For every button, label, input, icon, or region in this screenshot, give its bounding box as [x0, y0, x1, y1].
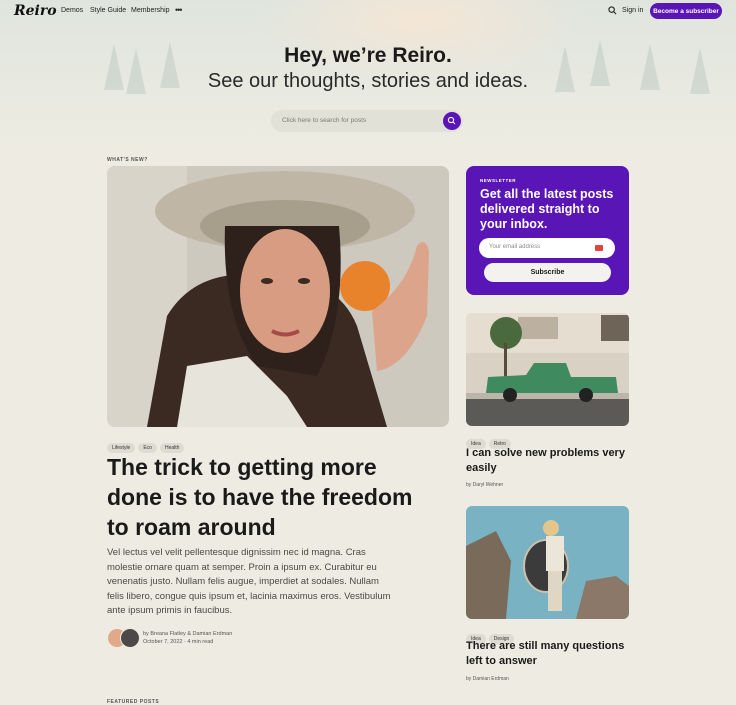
become-subscriber-button[interactable]: Become a subscriber: [650, 3, 722, 19]
more-menu-icon[interactable]: •••: [175, 5, 183, 15]
email-placeholder: Your email address: [489, 244, 541, 250]
search-bar[interactable]: Click here to search for posts: [271, 110, 463, 132]
author-avatars: [107, 628, 147, 648]
side-post-2-title[interactable]: There are still many questions left to a…: [466, 639, 626, 669]
site-logo[interactable]: Reiro: [14, 3, 57, 19]
side-post-image-mirror[interactable]: [466, 506, 629, 619]
whats-new-label: WHAT'S NEW?: [107, 157, 148, 163]
featured-meta: October 7, 2022 · 4 min read: [143, 639, 214, 645]
email-field[interactable]: Your email address: [479, 238, 615, 258]
featured-posts-label: FEATURED POSTS: [107, 699, 160, 705]
sign-in-link[interactable]: Sign in: [622, 7, 643, 14]
nav-link-membership[interactable]: Membership: [131, 7, 170, 14]
nav-link-style-guide[interactable]: Style Guide: [90, 7, 126, 14]
search-icon[interactable]: [608, 6, 617, 15]
featured-post-image[interactable]: [107, 166, 449, 427]
side-post-2-author[interactable]: by Damian Erdman: [466, 676, 509, 682]
search-submit-button[interactable]: [443, 112, 461, 130]
top-nav: Reiro Demos Style Guide Membership ••• S…: [0, 0, 736, 22]
newsletter-title: Get all the latest posts delivered strai…: [480, 187, 614, 231]
featured-post-title[interactable]: The trick to getting more done is to hav…: [107, 452, 437, 542]
subscribe-button[interactable]: Subscribe: [484, 263, 611, 282]
newsletter-label: NEWSLETTER: [480, 178, 516, 183]
side-post-1-author[interactable]: by Daryl Wehner: [466, 482, 503, 488]
featured-post-excerpt: Vel lectus vel velit pellentesque dignis…: [107, 547, 391, 616]
side-post-image-car[interactable]: [466, 313, 629, 426]
avatar[interactable]: [120, 628, 140, 648]
search-placeholder: Click here to search for posts: [282, 117, 367, 124]
featured-authors[interactable]: by Breana Flatley & Damian Erdman: [143, 630, 232, 638]
side-post-1-title[interactable]: I can solve new problems very easily: [466, 446, 626, 476]
newsletter-card: NEWSLETTER Get all the latest posts deli…: [466, 166, 629, 295]
email-manager-icon: [595, 245, 603, 251]
search-icon: [447, 116, 456, 125]
nav-link-demos[interactable]: Demos: [61, 7, 83, 14]
hero-subtitle: See our thoughts, stories and ideas.: [207, 70, 529, 92]
hero-title: Hey, we’re Reiro.: [284, 44, 452, 67]
featured-byline: by Breana Flatley & Damian Erdman Octobe…: [143, 630, 232, 646]
